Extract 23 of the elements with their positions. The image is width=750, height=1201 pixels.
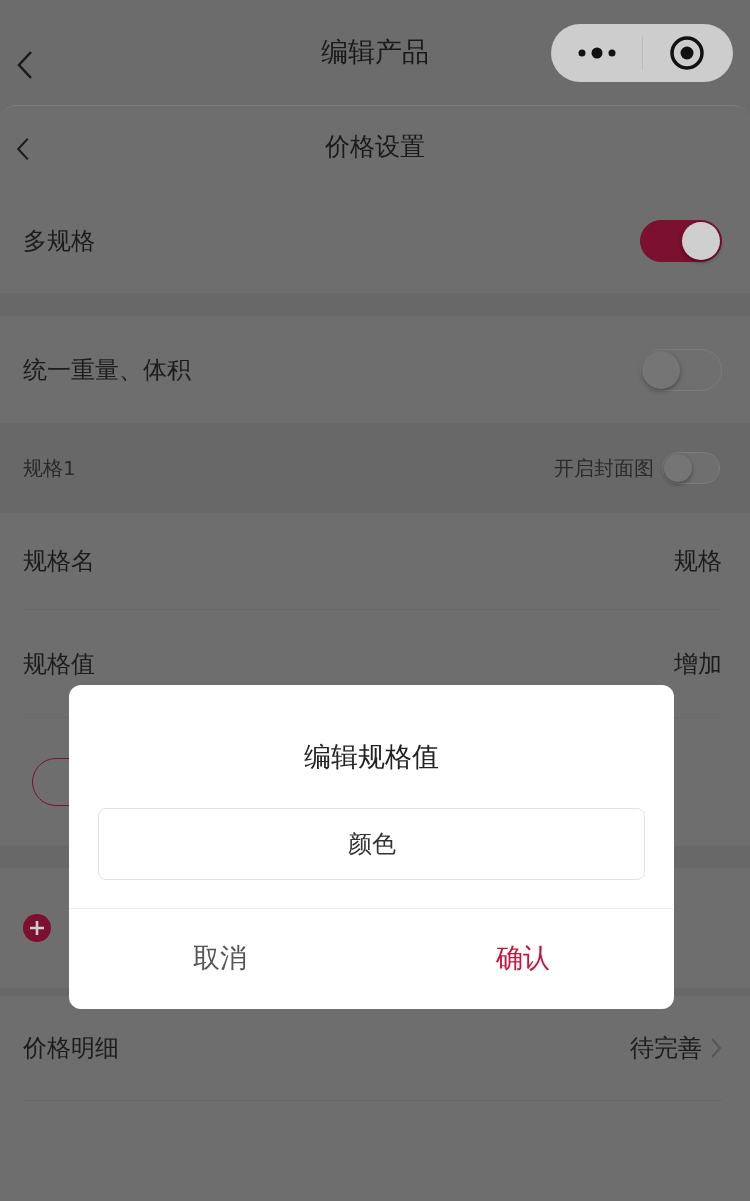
row-label: 多规格: [23, 225, 95, 257]
toggle-switch[interactable]: [662, 452, 720, 484]
row-value[interactable]: 增加: [674, 645, 722, 682]
row-label: 规格名: [23, 546, 95, 577]
sheet-title: 价格设置: [325, 131, 425, 164]
row-value: 待完善: [630, 1033, 702, 1064]
input-field[interactable]: 颜色: [98, 807, 645, 880]
dialog-title: 编辑规格值: [304, 741, 439, 772]
cancel-button[interactable]: 取消: [187, 936, 254, 980]
back-icon[interactable]: [16, 50, 34, 80]
row-label: 价格明细: [23, 1033, 119, 1064]
back-icon[interactable]: [15, 137, 31, 161]
cover-label: 开启封面图: [554, 455, 654, 482]
section-title: 规格1: [23, 455, 76, 482]
page-title: 编辑产品: [321, 35, 429, 70]
toggle-switch[interactable]: [640, 348, 722, 391]
row-label: 统一重量、体积: [23, 354, 191, 386]
toggle-switch[interactable]: [640, 219, 722, 262]
row-label: 规格值: [23, 648, 95, 680]
confirm-button[interactable]: 确认: [489, 936, 556, 980]
target-icon[interactable]: [669, 35, 705, 71]
row-value[interactable]: 规格: [674, 543, 722, 579]
add-icon[interactable]: [23, 914, 51, 942]
